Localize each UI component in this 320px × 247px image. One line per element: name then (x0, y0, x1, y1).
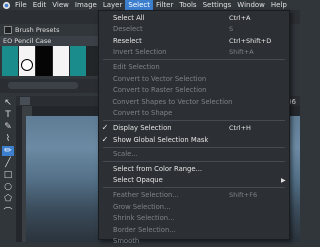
menu-item-convert-to-raster-selection: Convert to Raster Selection (99, 85, 289, 96)
menu-image[interactable]: Image (72, 0, 100, 10)
menu-item-label: Convert to Shape (113, 109, 173, 118)
ellipse-icon[interactable]: ○ (2, 182, 14, 192)
menu-item-label: Select All (113, 13, 145, 22)
pen-icon[interactable]: ✎ (2, 122, 14, 132)
docker-title: Brush Presets (4, 26, 59, 34)
menu-item-label: Select from Color Range... (113, 164, 203, 173)
menu-layer[interactable]: Layer (100, 0, 126, 10)
menu-item-show-global-selection-mask[interactable]: ✓ Show Global Selection Mask (99, 134, 289, 145)
menu-item-label: Display Selection (113, 123, 172, 132)
document-tab[interactable] (20, 97, 30, 105)
preset-tag-bar (0, 79, 100, 93)
menu-item-label: Deselect (113, 25, 143, 34)
text-icon[interactable]: T (2, 110, 14, 120)
menu-item-label: Edit Selection (113, 62, 160, 71)
menu-separator (103, 187, 285, 189)
menu-filter[interactable]: Filter (153, 0, 176, 10)
menu-item-deselect: Deselect S (99, 24, 289, 35)
preset-thumb[interactable] (19, 46, 35, 76)
select-dropdown-menu: Select All Ctrl+A Deselect S Reselect Ctrl+Sh… (98, 10, 290, 245)
menu-item-label: Invert Selection (113, 48, 167, 57)
menu-item-label: Feather Selection... (113, 190, 179, 199)
menu-item-label: Border Selection... (113, 225, 176, 234)
checkmark-icon: ✓ (101, 135, 109, 144)
menu-window[interactable]: Window (234, 0, 268, 10)
preset-thumb[interactable] (53, 46, 69, 76)
menu-item-smooth: Smooth (99, 236, 289, 247)
menu-item-reselect[interactable]: Reselect Ctrl+Shift+D (99, 35, 289, 46)
menu-item-label: Grow Selection... (113, 202, 171, 211)
brush-icon[interactable]: ⌇ (2, 134, 14, 144)
checkmark-icon: ✓ (101, 123, 109, 133)
menu-item-label: Smooth (113, 237, 140, 246)
menu-item-grow-selection: Grow Selection... (99, 201, 289, 212)
vertical-ruler (16, 106, 22, 242)
menu-item-shortcut: Ctrl+H (229, 123, 251, 132)
menubar: File Edit View Image Layer Select Filter… (0, 0, 300, 10)
menu-help[interactable]: Help (268, 0, 290, 10)
menu-item-shortcut: Ctrl+Shift+D (229, 36, 272, 45)
menu-item-shrink-selection: Shrink Selection... (99, 213, 289, 224)
menu-separator (103, 146, 285, 148)
pencil-icon[interactable]: ✏ (2, 146, 14, 156)
menu-item-shortcut: Shift+F6 (229, 190, 258, 199)
submenu-arrow-icon: ▶ (281, 176, 286, 184)
menu-item-scale: Scale... (99, 149, 289, 160)
menu-item-label: Convert to Vector Selection (113, 74, 207, 83)
menu-item-label: Convert to Raster Selection (113, 86, 207, 95)
menu-item-label: Shrink Selection... (113, 214, 175, 223)
menu-file[interactable]: File (12, 0, 30, 10)
toolbox: ↖ T ✎ ⌇ ✏ ╱ □ ○ ⬠ ⌒ (0, 96, 16, 242)
menu-item-label: Convert Shapes to Vector Selection (112, 97, 233, 106)
docker-title-label: Brush Presets (15, 26, 60, 34)
menu-item-edit-selection: Edit Selection (99, 61, 289, 72)
menu-separator (103, 59, 285, 61)
line-icon[interactable]: ╱ (2, 158, 14, 168)
preset-thumb[interactable] (70, 46, 86, 76)
preset-thumb[interactable] (2, 46, 18, 76)
menu-item-border-selection: Border Selection... (99, 224, 289, 235)
menu-item-convert-to-shape: Convert to Shape (99, 108, 289, 119)
polygon-icon[interactable]: ⬠ (2, 194, 14, 204)
menu-item-select-all[interactable]: Select All Ctrl+A (99, 12, 289, 23)
menu-view[interactable]: View (49, 0, 72, 10)
menu-item-shortcut: Ctrl+A (229, 13, 251, 22)
menu-tools[interactable]: Tools (176, 0, 199, 10)
menu-item-display-selection[interactable]: ✓ Display Selection Ctrl+H (99, 122, 289, 133)
menu-item-shortcut: S (229, 25, 234, 34)
menu-item-label: Reselect (113, 36, 142, 45)
menu-item-invert-selection: Invert Selection Shift+A (99, 47, 289, 58)
preset-thumb[interactable] (36, 46, 52, 76)
krita-logo-icon (2, 1, 11, 9)
brush-presets-docker: Brush Presets EO Pencil Case (0, 24, 100, 96)
menu-item-convert-shapes-to-vector-selection: Convert Shapes to Vector Selection (99, 96, 289, 107)
rectangle-icon[interactable]: □ (2, 170, 14, 180)
docker-float-checkbox[interactable] (4, 26, 12, 34)
menu-item-convert-to-vector-selection: Convert to Vector Selection (99, 73, 289, 84)
pointer-icon[interactable]: ↖ (2, 98, 14, 108)
menu-item-feather-selection: Feather Selection... Shift+F6 (99, 189, 289, 200)
menu-item-shortcut: Shift+A (229, 48, 254, 57)
menu-item-label: Select Opaque (113, 176, 163, 185)
menu-separator (103, 161, 285, 163)
menu-item-label: Show Global Selection Mask (113, 135, 209, 144)
menu-separator (103, 120, 285, 122)
menu-settings[interactable]: Settings (200, 0, 235, 10)
path-icon[interactable]: ⌒ (2, 206, 14, 218)
menu-edit[interactable]: Edit (30, 0, 50, 10)
menu-select[interactable]: Select (125, 0, 153, 10)
preset-thumbnails (2, 46, 100, 76)
menu-item-select-opaque[interactable]: Select Opaque ▶ (99, 175, 289, 186)
menu-item-label: Scale... (113, 150, 138, 159)
menu-item-select-from-color-range[interactable]: Select from Color Range... (99, 163, 289, 174)
preset-name-label: EO Pencil Case (0, 36, 100, 46)
close-mark-icon (21, 59, 33, 71)
tag-filter-input[interactable] (8, 82, 78, 89)
